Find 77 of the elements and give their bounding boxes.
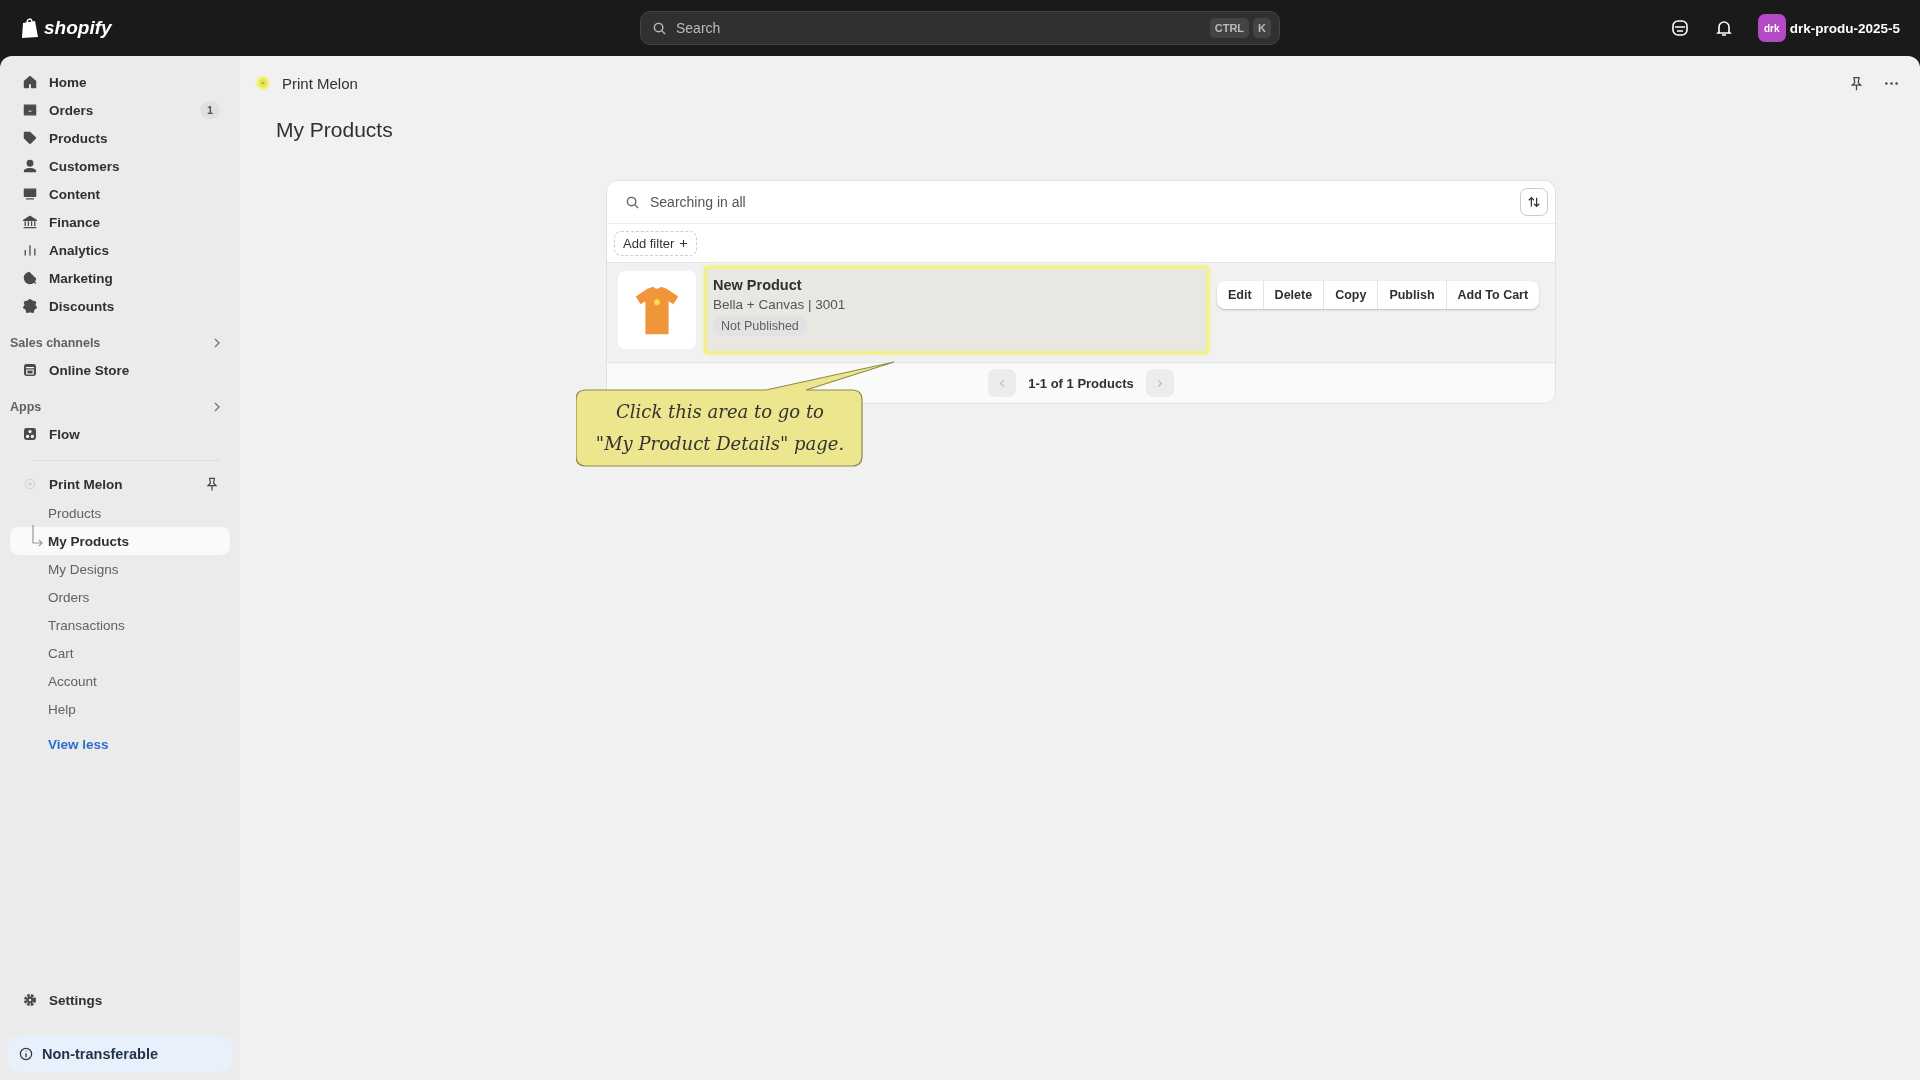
store-avatar[interactable]: drk	[1757, 14, 1786, 42]
action-button[interactable]: Edit	[1217, 281, 1264, 309]
submenu-item[interactable]: Account	[10, 667, 230, 695]
chevron-left-icon	[997, 378, 1007, 388]
nav-item[interactable]: Products	[10, 124, 230, 152]
section-title: Sales channels	[10, 336, 101, 350]
page-title: My Products	[276, 118, 394, 142]
nav-item[interactable]: Finance	[10, 208, 230, 236]
nav-item[interactable]: Marketing	[10, 264, 230, 292]
nav-item[interactable]: Content	[10, 180, 230, 208]
tag-icon	[22, 130, 38, 146]
home-icon	[22, 74, 38, 90]
submenu-item[interactable]: Orders	[10, 583, 230, 611]
submenu-item[interactable]: Help	[10, 695, 230, 723]
bar-chart-icon	[22, 242, 38, 258]
search-field[interactable]: Search CTRL K	[640, 11, 1280, 45]
chevron-right-icon[interactable]	[212, 338, 222, 348]
count-badge: 1	[199, 101, 220, 119]
keyboard-key: CTRL	[1209, 18, 1250, 38]
add-filter-button[interactable]: Add filter	[614, 230, 698, 256]
nav-item[interactable]: Discounts	[10, 292, 230, 320]
notice-text: Non-transferable	[42, 1046, 159, 1062]
inbox-icon	[22, 102, 38, 118]
status-tag: Not Published	[713, 316, 807, 336]
nav-item[interactable]: Orders 1	[10, 96, 230, 124]
nav-item[interactable]: Flow	[10, 420, 230, 448]
bank-icon	[22, 214, 38, 230]
logo-text: shopify	[44, 17, 112, 39]
nav-item[interactable]: Analytics	[10, 236, 230, 264]
action-button[interactable]: Add To Cart	[1446, 281, 1540, 309]
nodes-icon	[22, 426, 38, 442]
breadcrumb: Print Melon	[282, 74, 358, 92]
bell-icon[interactable]	[1713, 18, 1734, 38]
sort-button[interactable]	[1520, 188, 1548, 216]
plus-icon	[679, 238, 689, 248]
keyboard-key: K	[1253, 18, 1271, 38]
submenu-item[interactable]: My Designs	[10, 555, 230, 583]
info-icon	[18, 1046, 34, 1062]
search-input[interactable]: Search	[674, 19, 1203, 37]
settings-icon	[22, 992, 38, 1008]
chevron-right-icon	[1155, 378, 1165, 388]
search-icon	[652, 20, 667, 36]
image-icon	[22, 186, 38, 202]
pagination-label: 1-1 of 1 Products	[1028, 375, 1134, 391]
nav-item[interactable]: Home	[10, 68, 230, 96]
search-input[interactable]: Searching in all	[648, 193, 1520, 211]
notice-banner[interactable]: Non-transferable	[8, 1036, 232, 1072]
app-circle-icon	[22, 476, 38, 492]
action-button[interactable]: Publish	[1378, 281, 1447, 309]
callout-text: Click this area to go to "My Product Details" page.	[594, 400, 846, 456]
store-name[interactable]: drk-produ-2025-5	[1789, 20, 1900, 36]
submenu-item[interactable]: My Products	[10, 527, 230, 555]
product-name: New Product	[713, 277, 802, 293]
pin-icon[interactable]	[204, 476, 220, 492]
discount-icon	[22, 298, 38, 314]
person-icon	[22, 158, 38, 174]
action-button[interactable]: Delete	[1263, 281, 1325, 309]
view-less-link[interactable]: View less	[48, 737, 230, 752]
app-logo-icon	[254, 74, 272, 92]
chevron-right-icon[interactable]	[212, 402, 222, 412]
app-name[interactable]: Print Melon	[49, 476, 193, 492]
shopping-bag-icon	[20, 17, 40, 39]
submenu-item[interactable]: Cart	[10, 639, 230, 667]
nav-item[interactable]: Customers	[10, 152, 230, 180]
submenu-item[interactable]: Transactions	[10, 611, 230, 639]
action-button[interactable]: Copy	[1324, 281, 1379, 309]
submenu-item[interactable]: Products	[10, 499, 230, 527]
settings-item[interactable]: Settings	[10, 986, 230, 1014]
sort-arrows-icon	[1527, 195, 1541, 209]
search-icon	[625, 194, 640, 210]
section-title: Apps	[10, 400, 42, 414]
storefront-icon	[22, 362, 38, 378]
product-details-area[interactable]: New Product Bella + Canvas | 3001 Not Published	[704, 266, 1209, 354]
product-subtitle: Bella + Canvas | 3001	[713, 297, 846, 312]
nav-item[interactable]: Online Store	[10, 356, 230, 384]
pin-icon[interactable]	[1848, 74, 1865, 92]
search-bar[interactable]: Searching in all	[607, 181, 1555, 224]
